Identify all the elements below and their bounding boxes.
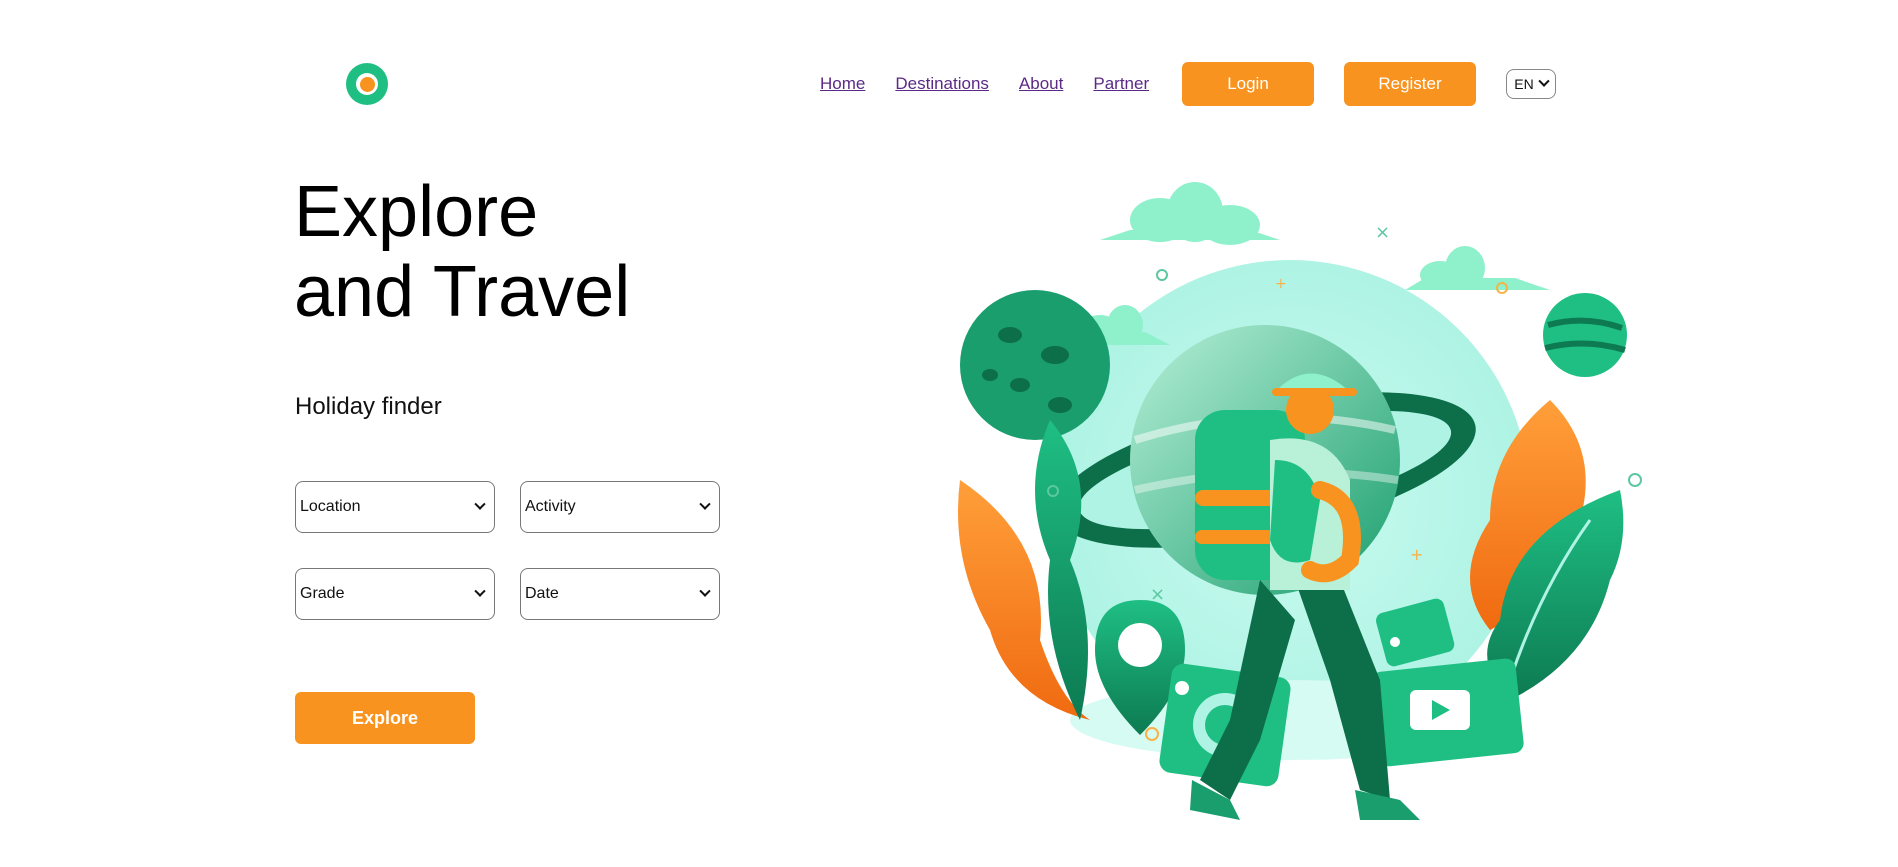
moon-planet <box>960 290 1110 440</box>
logo-ring <box>356 73 378 95</box>
chevron-down-icon <box>1538 75 1550 87</box>
language-select[interactable]: EN <box>1506 69 1556 99</box>
main-nav: Home Destinations About Partner <box>820 62 1179 106</box>
language-value: EN <box>1514 76 1534 92</box>
cloud-right <box>1405 246 1550 290</box>
sparkle: + <box>1275 276 1287 292</box>
date-select-value: Date <box>525 585 559 602</box>
sparkle: × <box>1375 222 1390 243</box>
register-button[interactable]: Register <box>1344 62 1476 106</box>
chevron-down-icon <box>474 585 486 597</box>
chevron-down-icon <box>699 585 711 597</box>
login-button[interactable]: Login <box>1182 62 1314 106</box>
nav-destinations-link[interactable]: Destinations <box>895 74 989 94</box>
sparkle <box>1628 473 1642 487</box>
small-planet <box>1543 293 1627 377</box>
grade-select-value: Grade <box>300 585 345 602</box>
logo-dot <box>359 76 375 92</box>
nav-partner-link[interactable]: Partner <box>1093 74 1149 94</box>
chevron-down-icon <box>699 498 711 510</box>
cloud-top <box>1100 182 1280 245</box>
location-select[interactable]: Location <box>295 481 495 533</box>
traveler-illustration: × × + + <box>958 182 1642 820</box>
nav-about-link[interactable]: About <box>1019 74 1063 94</box>
holiday-finder-heading: Holiday finder <box>295 393 442 420</box>
grade-select[interactable]: Grade <box>295 568 495 620</box>
date-select[interactable]: Date <box>520 568 720 620</box>
page-title: Explore and Travel <box>294 172 630 332</box>
chevron-down-icon <box>474 498 486 510</box>
activity-select[interactable]: Activity <box>520 481 720 533</box>
sparkle: × <box>1150 584 1165 605</box>
sparkle <box>1156 269 1168 281</box>
nav-home-link[interactable]: Home <box>820 74 865 94</box>
sparkle: + <box>1410 545 1423 564</box>
landing-page: Home Destinations About Partner Login Re… <box>0 0 1898 867</box>
location-select-value: Location <box>300 498 361 515</box>
activity-select-value: Activity <box>525 498 576 515</box>
title-line-2: and Travel <box>294 252 631 332</box>
title-line-1: Explore <box>294 172 539 252</box>
logo-icon[interactable] <box>346 63 388 105</box>
explore-button[interactable]: Explore <box>295 692 475 744</box>
